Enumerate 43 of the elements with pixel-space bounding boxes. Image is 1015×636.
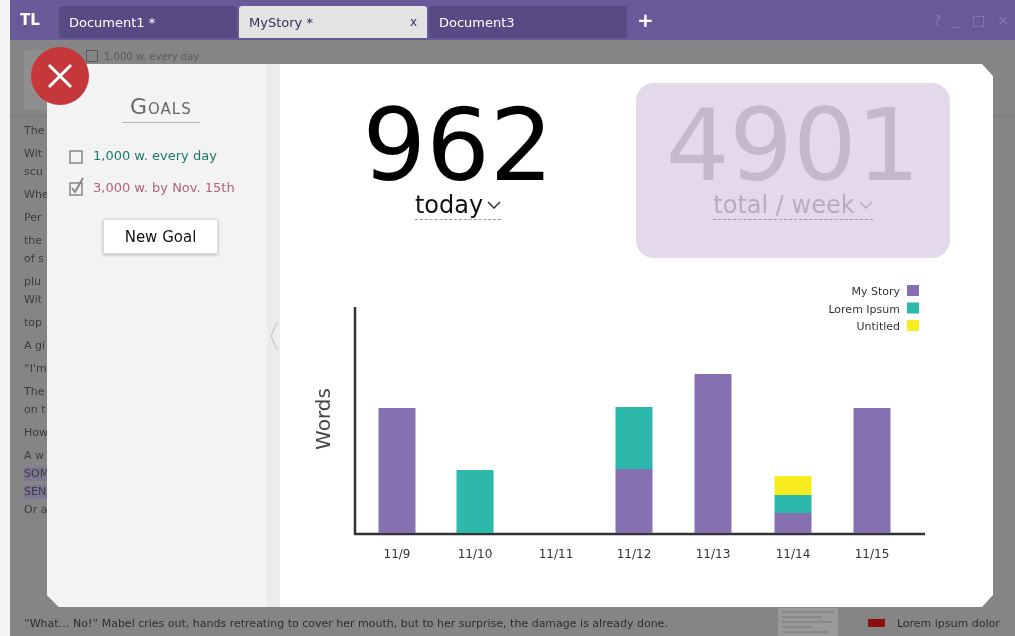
document-text: of s <box>24 252 45 266</box>
label: Lorem ipsum dolor <box>896 616 1000 630</box>
document-text: on t <box>24 403 47 417</box>
document-text: the <box>24 234 44 248</box>
axis-tick-label: 11/15 <box>854 547 890 561</box>
document-text: Or a <box>24 503 49 517</box>
axis-tick-label: 11/13 <box>695 547 731 561</box>
new-tab-button[interactable]: + <box>637 8 654 32</box>
period-dropdown[interactable]: today <box>414 191 502 220</box>
axis-tick-label: 11/12 <box>616 547 652 561</box>
axis-tick-label: 11/10 <box>457 547 493 561</box>
goal-label: 1,000 w. every day <box>93 147 217 163</box>
document-text: top <box>24 316 44 330</box>
tab-close-button[interactable]: x <box>409 15 417 29</box>
axis-label: Words <box>311 388 335 450</box>
goals-title: Goals <box>122 94 200 123</box>
goal-label: 3,000 w. by Nov. 15th <box>93 179 235 195</box>
new-goal-button[interactable]: New Goal <box>103 219 218 254</box>
document-text: plu <box>24 275 42 289</box>
axis-tick-label: 11/14 <box>775 547 811 561</box>
document-text: How <box>24 426 49 440</box>
document-text: “I'm <box>24 362 48 376</box>
document-text: The <box>24 385 46 399</box>
app-logo: TL <box>19 10 41 31</box>
document-text: A w <box>24 449 46 463</box>
document-tab[interactable]: MyStory * x <box>239 6 427 38</box>
legend-label: Untitled <box>856 320 900 333</box>
legend-label: My Story <box>851 285 900 298</box>
document-text: scu <box>24 165 44 179</box>
document-text: Per <box>24 211 43 225</box>
document-text: A gi <box>24 339 47 353</box>
document-tab[interactable]: Document1 * <box>59 6 237 38</box>
document-text: Wit <box>24 147 43 161</box>
document-text: Whe <box>24 188 50 202</box>
document-text: “What… No!” Mabel cries out, hands retreating to cover her mouth, but to her surprise, the damage is already done. <box>24 616 668 630</box>
axis-tick-label: 11/9 <box>383 547 411 561</box>
document-text: The <box>24 124 46 138</box>
document-text: SEN <box>24 485 50 499</box>
today-count: 962 <box>362 101 554 191</box>
document-tab[interactable]: Document3 <box>429 6 627 38</box>
legend-label: Lorem Ipsum <box>828 302 900 316</box>
axis-tick-label: 11/11 <box>538 547 574 561</box>
document-text: Wit <box>24 293 43 307</box>
